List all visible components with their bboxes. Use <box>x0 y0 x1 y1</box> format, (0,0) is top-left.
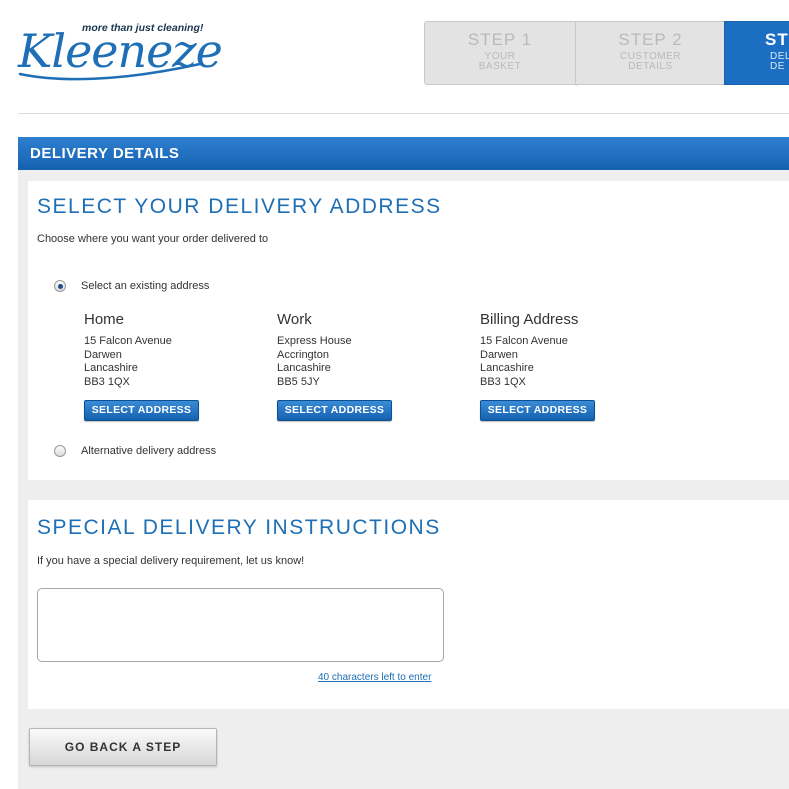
header-divider <box>18 113 789 114</box>
address-line: 15 Falcon Avenue <box>480 335 568 347</box>
address-name: Billing Address <box>480 311 579 328</box>
step-2: STEP 2 CUSTOMER DETAILS <box>576 21 726 85</box>
address-line: 15 Falcon Avenue <box>84 335 172 347</box>
address-line: Darwen <box>84 348 122 361</box>
kleeneze-logo[interactable]: more than just cleaning! Kleeneze <box>18 22 223 82</box>
address-section-title: SELECT YOUR DELIVERY ADDRESS <box>37 195 442 218</box>
address-name: Work <box>277 311 312 328</box>
existing-address-label[interactable]: Select an existing address <box>81 280 209 293</box>
existing-address-radio[interactable] <box>54 280 66 292</box>
characters-left-link[interactable]: 40 characters left to enter <box>318 672 431 683</box>
address-line: BB3 1QX <box>84 375 130 388</box>
go-back-button[interactable]: GO BACK A STEP <box>29 728 217 766</box>
step-1: STEP 1 YOUR BASKET <box>424 21 588 86</box>
step-subtitle: CUSTOMER DETAILS <box>619 51 682 72</box>
address-card-work: Work Express House Accrington Lancashire… <box>277 311 457 421</box>
address-card-home: Home 15 Falcon Avenue Darwen Lancashire … <box>84 311 264 421</box>
step-subtitle: YOUR BASKET <box>478 51 522 72</box>
address-card-billing: Billing Address 15 Falcon Avenue Darwen … <box>480 311 660 421</box>
special-instructions-textarea[interactable] <box>37 588 444 662</box>
select-address-button-home[interactable]: SELECT ADDRESS <box>84 400 199 421</box>
address-line: Darwen <box>480 348 518 361</box>
address-line: Lancashire <box>277 362 331 374</box>
special-instructions-section: SPECIAL DELIVERY INSTRUCTIONS If you hav… <box>28 500 789 709</box>
alternative-address-radio[interactable] <box>54 445 66 457</box>
address-section: SELECT YOUR DELIVERY ADDRESS Choose wher… <box>28 181 789 480</box>
address-line: Lancashire <box>480 362 534 374</box>
delivery-details-panel: DELIVERY DETAILS SELECT YOUR DELIVERY AD… <box>18 137 789 789</box>
step-title: ST <box>765 30 789 49</box>
special-instructions-description: If you have a special delivery requireme… <box>37 555 305 567</box>
address-name: Home <box>84 311 125 328</box>
address-line: BB5 5JY <box>277 375 320 388</box>
step-subtitle: DEL DE <box>770 51 789 72</box>
address-line: Lancashire <box>84 362 138 374</box>
logo-swoosh-icon <box>18 62 202 81</box>
checkout-steps: STEP 1 YOUR BASKET STEP 2 CUSTOMER DETAI… <box>424 21 789 87</box>
step-title: STEP 2 <box>618 30 683 49</box>
step-3-active: ST DEL DE <box>724 21 789 85</box>
select-address-button-billing[interactable]: SELECT ADDRESS <box>480 400 595 421</box>
address-line: BB3 1QX <box>480 375 526 388</box>
alternative-address-label[interactable]: Alternative delivery address <box>81 445 216 458</box>
select-address-button-work[interactable]: SELECT ADDRESS <box>277 400 392 421</box>
address-section-description: Choose where you want your order deliver… <box>37 233 269 245</box>
step-title: STEP 1 <box>467 30 533 49</box>
special-instructions-title: SPECIAL DELIVERY INSTRUCTIONS <box>37 516 441 539</box>
panel-title: DELIVERY DETAILS <box>18 137 789 170</box>
address-line: Express House <box>277 335 352 347</box>
address-line: Accrington <box>277 348 329 361</box>
